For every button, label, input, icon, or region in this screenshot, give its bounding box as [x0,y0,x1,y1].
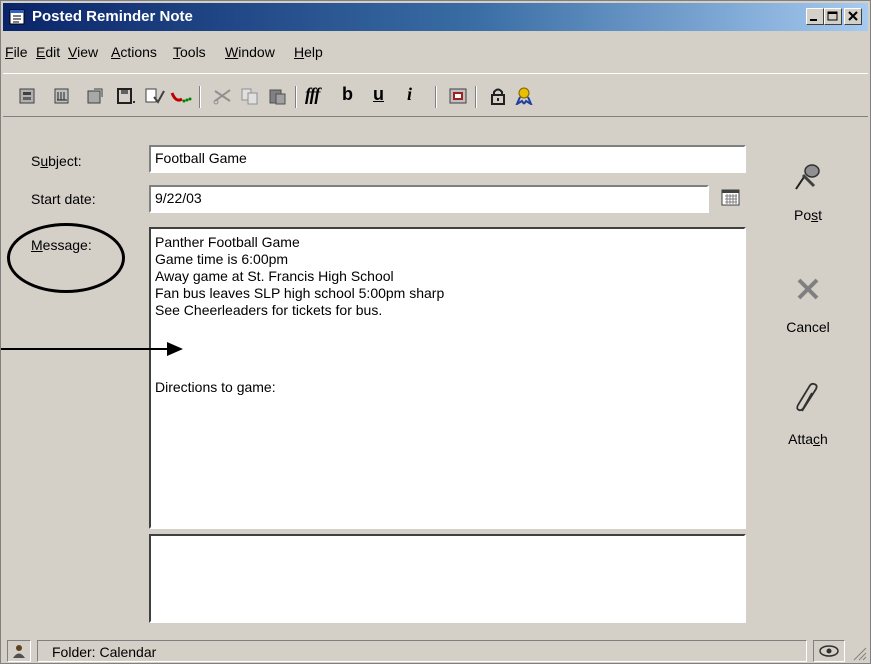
cut-button[interactable] [209,84,235,108]
minimize-button[interactable] [806,8,824,25]
maximize-icon [827,11,838,21]
calendar-book-icon [449,88,467,104]
message-line: Game time is 6:00pm [155,251,289,267]
award-button[interactable] [511,84,537,108]
attach-label: Attach [788,431,828,447]
message-line: Fan bus leaves SLP high school 5:00pm sh… [155,285,445,301]
status-folder-text: Folder: Calendar [52,644,157,660]
status-bar: Folder: Calendar [3,637,868,663]
post-button[interactable]: Post [773,159,843,223]
cancel-label: Cancel [786,319,830,335]
award-icon [515,87,533,105]
save-draft-button[interactable] [113,84,139,108]
address-book-icon [54,88,69,104]
menu-actions[interactable]: Actions [111,44,157,60]
send-options-icon [19,88,35,104]
cancel-button[interactable]: Cancel [773,271,843,335]
bold-icon: b [342,84,353,104]
maximize-button[interactable] [824,8,842,25]
italic-icon: i [407,84,413,104]
redirect-icon [170,92,192,103]
message-body[interactable]: Panther Football Game Game time is 6:00p… [149,227,746,529]
toolbar-separator [435,86,437,108]
cancel-x-icon [797,278,819,300]
toolbar-separator [199,86,201,108]
cut-icon [213,89,231,105]
menu-help[interactable]: Help [294,44,323,60]
toolbar-separator [475,86,477,108]
title-bar[interactable]: Posted Reminder Note [3,3,868,31]
toolbar: fff b u i [3,73,868,117]
italic-button[interactable]: i [407,84,412,105]
font-button[interactable]: fff [305,84,320,105]
message-line: Directions to game: [155,379,276,395]
subject-field[interactable]: Football Game [149,145,746,173]
post-label: Post [793,207,822,223]
paperclip-icon [796,382,818,412]
message-line: Panther Football Game [155,234,300,250]
attachment-pane[interactable] [149,534,746,623]
open-button[interactable] [83,84,109,108]
calendar-picker-icon[interactable] [721,189,741,207]
address-book-button[interactable] [49,84,75,108]
calendar-book-button[interactable] [445,84,471,108]
save-draft-icon [117,88,135,104]
reminder-note-window: Posted Reminder Note File Edit View Acti… [0,0,871,664]
underline-button[interactable]: u [373,84,384,105]
menu-view[interactable]: View [68,44,98,60]
message-line: Away game at St. Francis High School [155,268,394,284]
send-options-button[interactable] [15,84,41,108]
window-title: Posted Reminder Note [32,8,193,25]
redirect-button[interactable] [167,84,193,108]
start-date-value: 9/22/03 [155,190,202,206]
paste-button[interactable] [265,84,291,108]
annotation-arrow-icon [1,342,183,356]
start-date-field[interactable]: 9/22/03 [149,185,709,213]
start-date-label: Start date: [31,191,96,207]
menu-file[interactable]: File [5,44,28,60]
toolbar-separator [295,86,297,108]
open-icon [87,88,103,104]
subject-value: Football Game [155,150,247,166]
lock-button[interactable] [485,84,511,108]
subject-label: Subject: [31,153,82,169]
menu-tools[interactable]: Tools [173,44,206,60]
paste-icon [269,89,286,105]
pushpin-icon [795,164,820,190]
spell-check-icon [145,88,165,104]
menu-bar: File Edit View Actions Tools Window Help [3,33,868,67]
spell-check-button[interactable] [141,84,167,108]
font-icon: fff [305,84,320,104]
underline-icon: u [373,84,384,104]
status-icon-cell [813,640,845,662]
annotation-circle [7,223,125,293]
note-app-icon [9,9,25,25]
resize-grip-icon[interactable] [851,645,867,661]
lock-icon [491,88,505,105]
user-icon [13,645,25,658]
status-user-cell[interactable] [7,640,31,662]
close-icon [848,11,858,21]
eye-icon [819,645,839,657]
attach-button[interactable]: Attach [773,381,843,447]
close-button[interactable] [844,8,862,25]
copy-button[interactable] [237,84,263,108]
bold-button[interactable]: b [342,84,353,105]
message-line: See Cheerleaders for tickets for bus. [155,302,383,318]
copy-icon [241,88,258,105]
menu-window[interactable]: Window [225,44,275,60]
minimize-icon [810,19,817,21]
menu-edit[interactable]: Edit [36,44,60,60]
status-folder-cell: Folder: Calendar [37,640,807,662]
